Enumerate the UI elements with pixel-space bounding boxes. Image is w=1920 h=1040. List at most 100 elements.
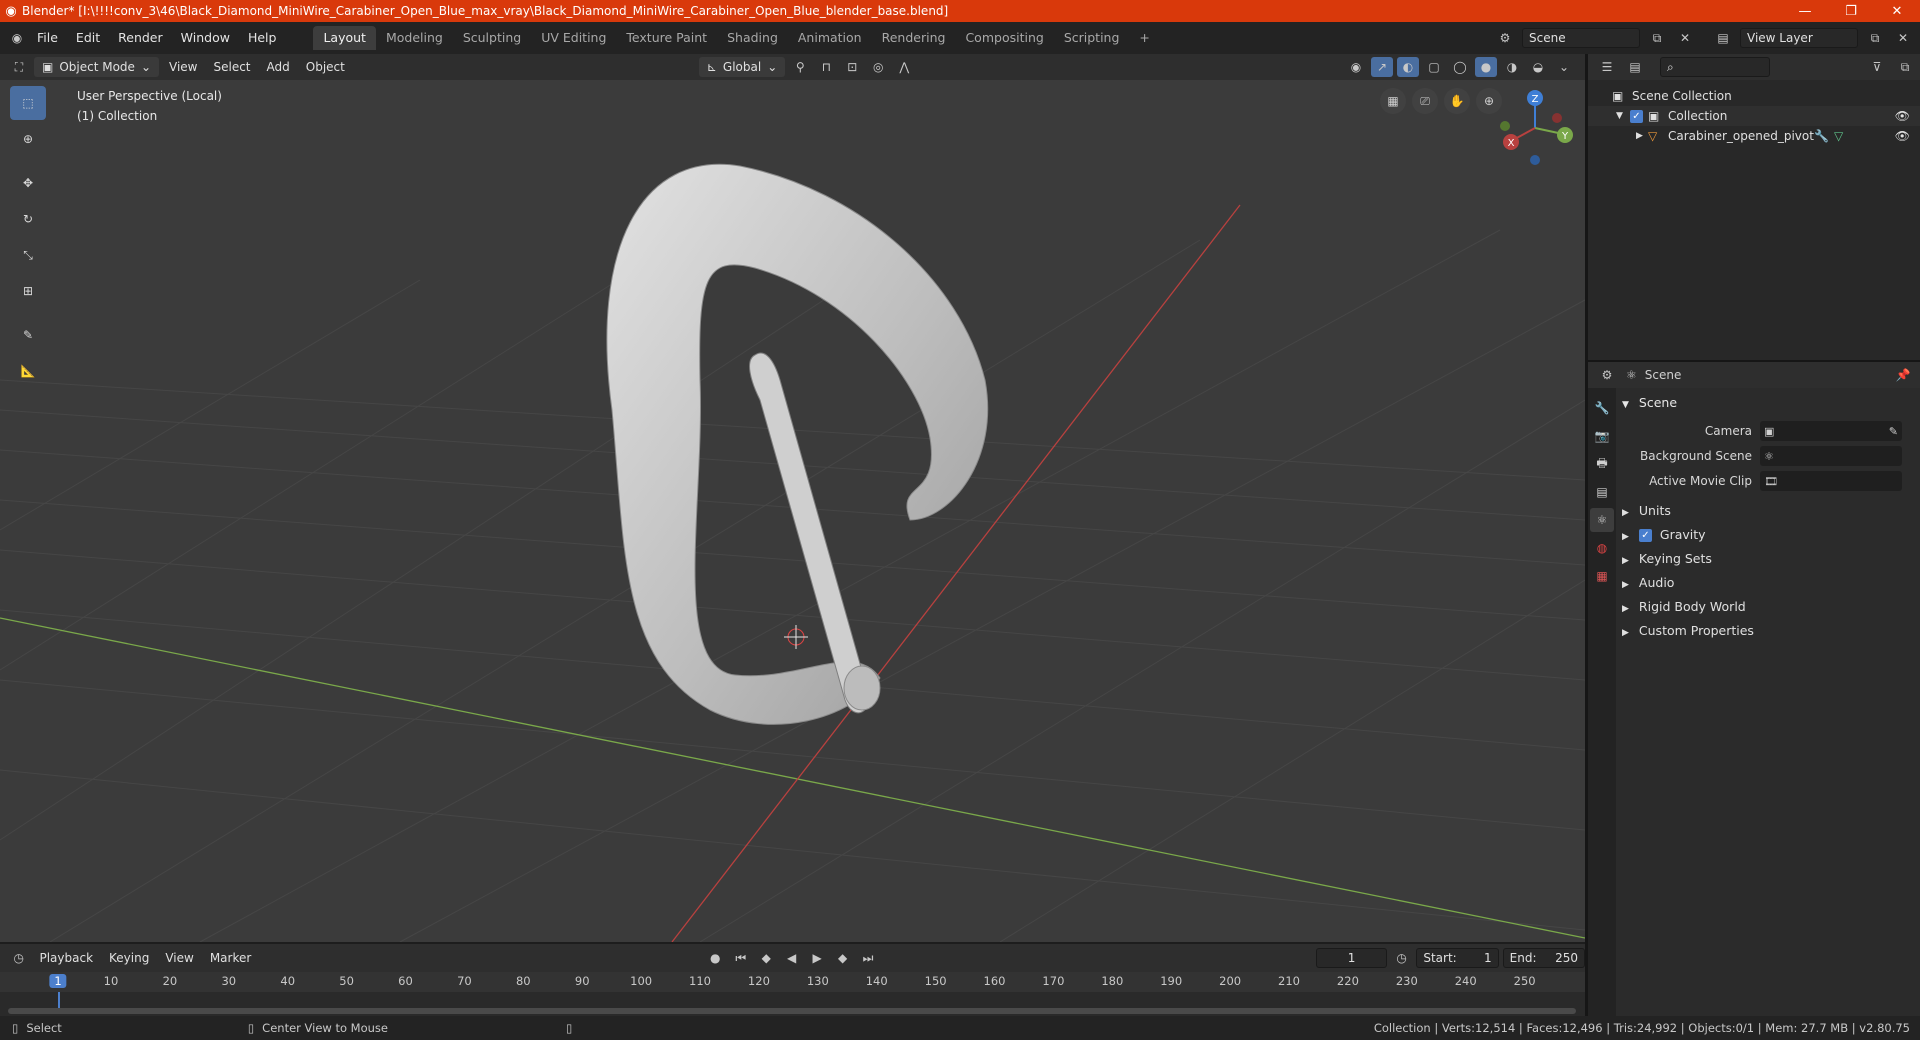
- timeline[interactable]: 1 10 20 30 40 50 60 70 80 90 100 110 120 130 140 150 160…: [0, 972, 1585, 1016]
- mesh-data-icon[interactable]: ▽: [1834, 126, 1843, 146]
- solid-shading-icon[interactable]: ●: [1475, 57, 1497, 77]
- delete-scene-icon[interactable]: ✕: [1674, 28, 1696, 48]
- rotate-icon[interactable]: ↻: [10, 202, 46, 236]
- new-scene-icon[interactable]: ⧉: [1646, 28, 1668, 48]
- snap-icon[interactable]: ⊓: [815, 57, 837, 77]
- camera-field[interactable]: ▣ ✎: [1760, 421, 1902, 441]
- menu-object[interactable]: Object: [300, 60, 351, 74]
- snap-target-icon[interactable]: ⊡: [841, 57, 863, 77]
- custom-properties-panel[interactable]: ▶ Custom Properties: [1622, 620, 1914, 642]
- filter-icon[interactable]: ⊽: [1866, 57, 1888, 77]
- scene-panel-header[interactable]: ▼ Scene: [1622, 392, 1914, 414]
- tab-layout[interactable]: Layout: [313, 26, 376, 50]
- close-button[interactable]: ✕: [1874, 4, 1920, 19]
- scene-tab-icon[interactable]: ⚛: [1590, 508, 1614, 532]
- menu-add[interactable]: Add: [261, 60, 296, 74]
- outliner-row-scene-collection[interactable]: ▣ Scene Collection: [1588, 86, 1920, 106]
- active-movie-clip-field[interactable]: 🎞: [1760, 471, 1902, 491]
- gravity-checkbox[interactable]: ✓: [1638, 529, 1652, 542]
- menu-timeline-view[interactable]: View: [159, 951, 199, 965]
- world-tab-icon[interactable]: ◍: [1590, 536, 1614, 560]
- transform-orientation-dropdown[interactable]: ⊾ Global ⌄: [698, 57, 786, 77]
- timeline-scrollbar[interactable]: [8, 1008, 1576, 1014]
- tab-shading[interactable]: Shading: [717, 26, 788, 50]
- menu-render[interactable]: Render: [109, 27, 172, 49]
- material-shading-icon[interactable]: ◑: [1501, 57, 1523, 77]
- output-tab-icon[interactable]: 🖶: [1590, 452, 1614, 476]
- editor-type-icon[interactable]: ⛶: [8, 57, 30, 77]
- render-tab-icon[interactable]: 📷: [1590, 424, 1614, 448]
- visibility-icon[interactable]: ◉: [1345, 57, 1367, 77]
- pan-hand-icon[interactable]: ✋: [1444, 88, 1470, 114]
- outliner-search-input[interactable]: ⌕: [1660, 57, 1770, 77]
- shading-options-icon[interactable]: ⌄: [1553, 57, 1575, 77]
- new-collection-icon[interactable]: ⧉: [1894, 57, 1916, 77]
- transform-icon[interactable]: ⊞: [10, 274, 46, 308]
- tab-uv-editing[interactable]: UV Editing: [531, 26, 616, 50]
- rendered-shading-icon[interactable]: ◒: [1527, 57, 1549, 77]
- menu-select[interactable]: Select: [207, 60, 256, 74]
- jump-end-icon[interactable]: ⏭: [857, 948, 878, 968]
- playhead[interactable]: [58, 992, 60, 1008]
- next-keyframe-icon[interactable]: ◆: [832, 948, 853, 968]
- background-scene-field[interactable]: ⚛: [1760, 446, 1902, 466]
- xray-icon[interactable]: ▢: [1423, 57, 1445, 77]
- audio-panel[interactable]: ▶ Audio: [1622, 572, 1914, 594]
- navigation-gizmo[interactable]: Z Y X: [1495, 88, 1575, 168]
- menu-view[interactable]: View: [163, 60, 203, 74]
- display-mode-icon[interactable]: ▤: [1624, 57, 1646, 77]
- overlay-toggle-icon[interactable]: ◐: [1397, 57, 1419, 77]
- tab-scripting[interactable]: Scripting: [1054, 26, 1130, 50]
- scene-browse-icon[interactable]: ⚙: [1494, 28, 1516, 48]
- gravity-panel[interactable]: ▶ ✓ Gravity: [1622, 524, 1914, 546]
- tab-rendering[interactable]: Rendering: [872, 26, 956, 50]
- eyedropper-icon[interactable]: ✎: [1889, 425, 1898, 438]
- falloff-icon[interactable]: ⋀: [893, 57, 915, 77]
- new-viewlayer-icon[interactable]: ⧉: [1864, 28, 1886, 48]
- minimize-button[interactable]: —: [1782, 4, 1828, 19]
- tab-sculpting[interactable]: Sculpting: [453, 26, 531, 50]
- gizmo-toggle-icon[interactable]: ↗: [1371, 57, 1393, 77]
- jump-start-icon[interactable]: ⏮: [730, 948, 751, 968]
- menu-edit[interactable]: Edit: [67, 27, 109, 49]
- scene-field[interactable]: Scene: [1522, 28, 1640, 48]
- clock-editor-icon[interactable]: ◷: [8, 948, 29, 968]
- keying-sets-panel[interactable]: ▶ Keying Sets: [1622, 548, 1914, 570]
- cursor-icon[interactable]: ⊕: [10, 122, 46, 156]
- texture-tab-icon[interactable]: ▦: [1590, 564, 1614, 588]
- add-workspace-button[interactable]: +: [1129, 26, 1159, 50]
- menu-marker[interactable]: Marker: [204, 951, 257, 965]
- scale-icon[interactable]: ⤡: [10, 238, 46, 272]
- play-icon[interactable]: ▶: [806, 948, 827, 968]
- collection-checkbox[interactable]: ✓: [1630, 110, 1643, 123]
- delete-viewlayer-icon[interactable]: ✕: [1892, 28, 1914, 48]
- view-layer-tab-icon[interactable]: ▤: [1590, 480, 1614, 504]
- outliner-editor-icon[interactable]: ☰: [1596, 57, 1618, 77]
- camera-view-icon[interactable]: ⎚: [1412, 88, 1438, 114]
- pivot-point-icon[interactable]: ⚲: [789, 57, 811, 77]
- expand-arrow-icon[interactable]: ▶: [1636, 126, 1643, 146]
- outliner-row-object[interactable]: ▶ ▽ Carabiner_opened_pivot 🔧 ▽ 👁: [1588, 126, 1920, 146]
- eye-icon[interactable]: 👁: [1895, 106, 1910, 126]
- preview-range-icon[interactable]: ◷: [1391, 948, 1412, 968]
- expand-arrow-icon[interactable]: ▼: [1616, 106, 1623, 126]
- menu-file[interactable]: File: [28, 27, 67, 49]
- menu-playback[interactable]: Playback: [33, 951, 99, 965]
- measure-icon[interactable]: 📐: [10, 354, 46, 388]
- menu-help[interactable]: Help: [239, 27, 286, 49]
- properties-editor-icon[interactable]: ⚙: [1596, 365, 1618, 385]
- frame-ruler[interactable]: 1 10 20 30 40 50 60 70 80 90 100 110 120 130 140 150 160…: [0, 972, 1585, 992]
- prev-keyframe-icon[interactable]: ◆: [755, 948, 776, 968]
- rigid-body-world-panel[interactable]: ▶ Rigid Body World: [1622, 596, 1914, 618]
- start-frame-field[interactable]: Start: 1: [1416, 948, 1499, 968]
- current-frame-field[interactable]: 1: [1316, 948, 1387, 968]
- menu-window[interactable]: Window: [172, 27, 239, 49]
- mode-dropdown[interactable]: ▣ Object Mode ⌄: [34, 57, 159, 77]
- eye-icon[interactable]: 👁: [1895, 126, 1910, 146]
- tab-modeling[interactable]: Modeling: [376, 26, 453, 50]
- wireframe-shading-icon[interactable]: ◯: [1449, 57, 1471, 77]
- viewlayer-browse-icon[interactable]: ▤: [1712, 28, 1734, 48]
- tab-compositing[interactable]: Compositing: [955, 26, 1053, 50]
- grid-view-icon[interactable]: ▦: [1380, 88, 1406, 114]
- annotate-icon[interactable]: ✎: [10, 318, 46, 352]
